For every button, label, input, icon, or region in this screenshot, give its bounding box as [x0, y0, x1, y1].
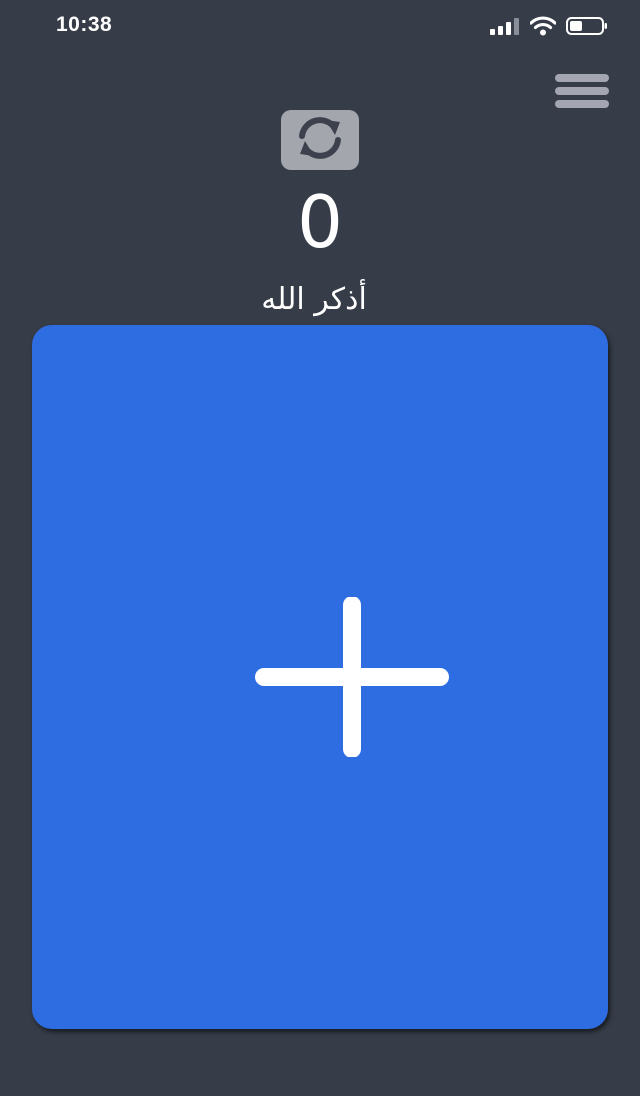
battery-icon [566, 16, 608, 36]
counter-value: 0 [297, 180, 343, 264]
reset-counter-button[interactable] [281, 110, 359, 170]
menu-line [555, 100, 609, 108]
cellular-signal-icon [490, 17, 520, 35]
status-icons [490, 16, 608, 36]
plus-icon [255, 596, 449, 758]
menu-line [555, 74, 609, 82]
status-time: 10:38 [56, 13, 113, 36]
dhikr-text: أذكر الله [261, 282, 367, 317]
refresh-icon [291, 114, 349, 166]
menu-line [555, 87, 609, 95]
increment-tap-area[interactable] [32, 325, 608, 1029]
status-bar: 10:38 [0, 0, 640, 56]
menu-button[interactable] [553, 72, 611, 112]
wifi-icon [530, 16, 556, 36]
